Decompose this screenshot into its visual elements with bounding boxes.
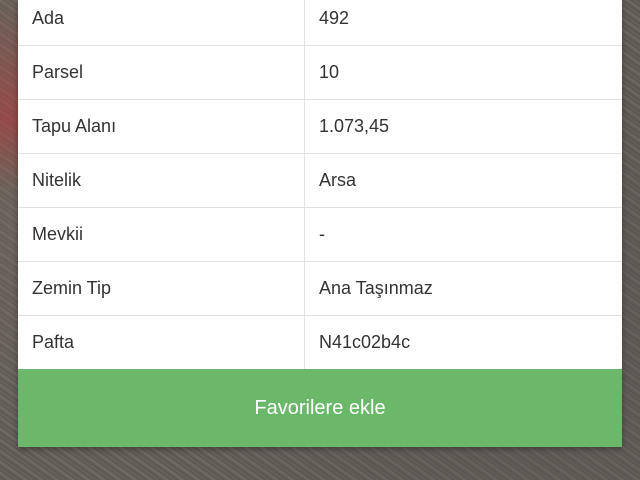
row-label: Tapu Alanı [18,100,305,153]
row-value: 492 [319,8,350,28]
background-accent [0,0,18,480]
row-label: Pafta [18,316,305,369]
row-label: Mevkii [18,208,305,261]
table-row-tapu-alani: Tapu Alanı 1.073,45 [18,100,622,154]
row-label: Ada [18,0,305,45]
row-value: 1.073,45 [319,116,390,136]
row-value: Ana Taşınmaz [319,278,433,298]
table-row-ada: Ada 492 [18,0,622,46]
row-label: Zemin Tip [18,262,305,315]
table-row-zemin-tip: Zemin Tip Ana Taşınmaz [18,262,622,316]
row-value: 10 [319,62,340,82]
row-value: Arsa [319,170,357,190]
table-row-nitelik: Nitelik Arsa [18,154,622,208]
table-row-mevkii: Mevkii - [18,208,622,262]
property-details-card: Ada 492 Parsel 10 Tapu Alanı 1.073,45 Ni… [18,0,622,447]
add-to-favorites-button[interactable]: Favorilere ekle [18,369,622,447]
row-value: - [319,224,325,244]
table-row-pafta: Pafta N41c02b4c [18,316,622,369]
row-value: N41c02b4c [319,332,411,352]
row-label: Parsel [18,46,305,99]
table-row-parsel: Parsel 10 [18,46,622,100]
row-label: Nitelik [18,154,305,207]
